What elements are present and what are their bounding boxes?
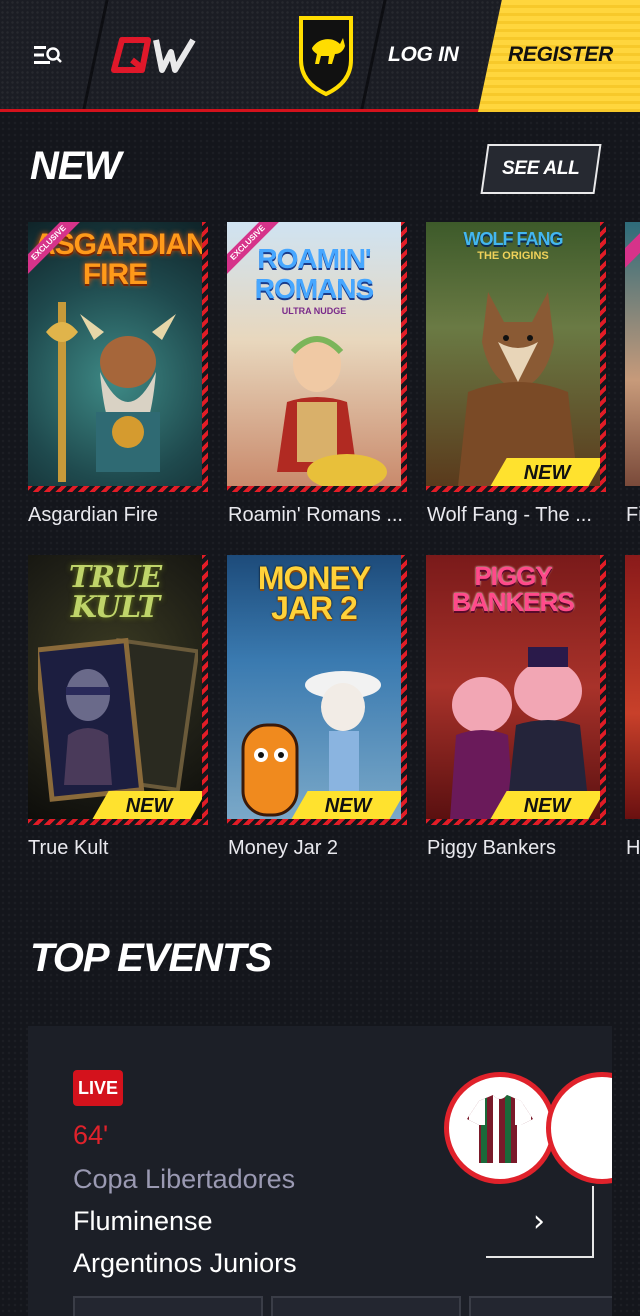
game-art-title: MONEY JAR 2: [257, 560, 371, 626]
tile-hatch: [426, 819, 606, 825]
chevron-right-icon: ›: [533, 1203, 545, 1239]
game-tile-asgardian-fire[interactable]: ASGARDIAN FIRE EXCLUSIVE: [28, 222, 208, 492]
wolf-icon: [458, 292, 578, 486]
roman-character-icon: [277, 336, 387, 486]
odds-row: [73, 1296, 612, 1316]
home-team-jersey: [444, 1072, 556, 1184]
tile-hatch: [202, 555, 208, 825]
game-tile-money-jar-2[interactable]: MONEY JAR 2 NEW: [227, 555, 407, 825]
game-name[interactable]: Money Jar 2: [228, 837, 418, 860]
game-art-subtitle: THE ORIGINS: [477, 250, 549, 262]
event-card[interactable]: LIVE 64' Copa Libertadores Fluminense Ar…: [28, 1026, 612, 1316]
new-tag: NEW: [290, 791, 406, 821]
game-tile-partial[interactable]: [625, 222, 640, 492]
new-tag-label: NEW: [523, 794, 571, 817]
new-tag-label: NEW: [523, 461, 571, 484]
viking-warrior-icon: [46, 302, 176, 482]
site-header: LOG IN REGISTER: [0, 0, 640, 112]
header-divider: [360, 0, 387, 109]
game-tile-piggy-bankers[interactable]: PIGGY BANKERS NEW: [426, 555, 606, 825]
bull-shield-icon: [299, 16, 353, 97]
game-art: PIGGY BANKERS: [426, 555, 600, 819]
tile-hatch: [28, 486, 208, 492]
menu-search-icon: [34, 46, 62, 64]
game-name[interactable]: H: [626, 837, 640, 860]
tile-hatch: [401, 222, 407, 492]
game-art: [625, 222, 640, 486]
menu-search-button[interactable]: [28, 38, 68, 72]
game-tile-true-kult[interactable]: TRUE KULT NEW: [28, 555, 208, 825]
odds-button[interactable]: [469, 1296, 612, 1316]
game-tile-wolf-fang[interactable]: WOLF FANG THE ORIGINS NEW: [426, 222, 606, 492]
game-art: TRUE KULT: [28, 555, 202, 819]
game-art: WOLF FANG THE ORIGINS: [426, 222, 600, 486]
home-team: Fluminense: [73, 1206, 213, 1236]
league-name: Copa Libertadores: [73, 1164, 296, 1194]
game-name[interactable]: Fi: [626, 504, 640, 527]
game-tile-roamin-romans[interactable]: ROAMIN' ROMANS ULTRA NUDGE EXCLUSIVE: [227, 222, 407, 492]
jersey-icon: [467, 1095, 533, 1163]
tile-hatch: [202, 222, 208, 492]
game-art: MONEY JAR 2: [227, 555, 401, 819]
game-name[interactable]: True Kult: [28, 837, 218, 860]
game-art-subtitle: ULTRA NUDGE: [281, 306, 347, 316]
tarot-cards-icon: [38, 637, 198, 802]
away-team: Argentinos Juniors: [73, 1248, 297, 1278]
game-art-title: PIGGY BANKERS: [452, 561, 575, 617]
game-art: [625, 555, 640, 819]
tile-hatch: [227, 486, 407, 492]
header-divider: [82, 0, 109, 109]
new-tag-label: NEW: [125, 794, 173, 817]
new-tag: NEW: [91, 791, 207, 821]
login-button[interactable]: LOG IN: [388, 40, 459, 70]
game-name[interactable]: Wolf Fang - The ...: [427, 504, 617, 527]
new-tag: NEW: [489, 458, 605, 488]
live-badge: LIVE: [73, 1070, 123, 1106]
new-tag: NEW: [489, 791, 605, 821]
game-name[interactable]: Roamin' Romans ...: [228, 504, 418, 527]
tile-hatch: [426, 486, 606, 492]
see-all-label: SEE ALL: [502, 158, 580, 179]
game-art: ROAMIN' ROMANS ULTRA NUDGE EXCLUSIVE: [227, 222, 401, 486]
tile-hatch: [401, 555, 407, 825]
bull-shield-badge: [295, 14, 357, 98]
game-art: ASGARDIAN FIRE EXCLUSIVE: [28, 222, 202, 486]
odds-button[interactable]: [73, 1296, 263, 1316]
tile-hatch: [600, 555, 606, 825]
game-tile-partial[interactable]: [625, 555, 640, 825]
event-details-button[interactable]: ›: [486, 1186, 594, 1258]
game-art-title: WOLF FANG: [463, 229, 564, 249]
tile-hatch: [227, 819, 407, 825]
odds-button[interactable]: [271, 1296, 461, 1316]
tile-hatch: [28, 819, 208, 825]
match-minute: 64': [73, 1120, 109, 1150]
game-name[interactable]: Piggy Bankers: [427, 837, 617, 860]
register-label[interactable]: REGISTER: [508, 40, 613, 70]
game-art-title: ROAMIN' ROMANS: [254, 243, 374, 304]
site-logo[interactable]: [110, 34, 210, 76]
new-tag-label: NEW: [324, 794, 372, 817]
see-all-button[interactable]: SEE ALL: [480, 144, 602, 194]
new-section-title: NEW: [30, 144, 121, 188]
game-name[interactable]: Asgardian Fire: [28, 504, 218, 527]
away-team-jersey: [546, 1072, 612, 1184]
tile-hatch: [600, 222, 606, 492]
exclusive-ribbon: [625, 222, 640, 280]
top-events-title: TOP EVENTS: [30, 936, 272, 980]
game-art-title: TRUE KULT: [68, 560, 162, 625]
qw-logo-icon: [111, 37, 196, 73]
